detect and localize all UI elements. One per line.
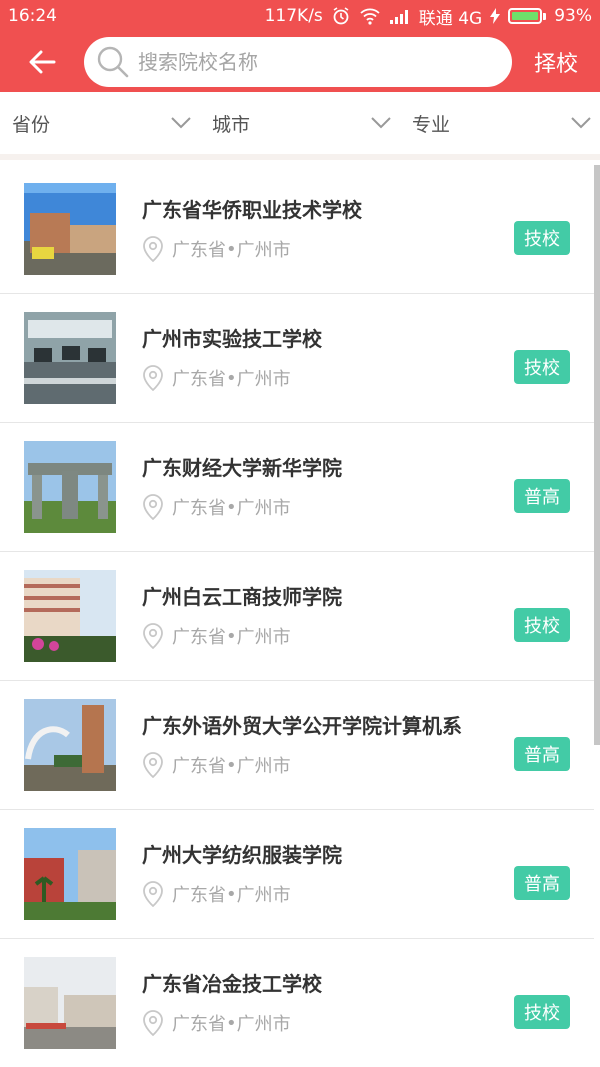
school-province: 广东省 (172, 1014, 226, 1035)
back-button[interactable] (0, 32, 84, 92)
school-city: 广州市 (236, 240, 291, 261)
search-input[interactable] (138, 50, 478, 74)
filter-province[interactable]: 省份 (0, 92, 200, 154)
location-separator: • (226, 754, 237, 776)
school-type-badge: 技校 (514, 221, 570, 255)
school-name: 广东省冶金技工学校 (142, 972, 322, 996)
school-province: 广东省 (172, 627, 226, 648)
charging-icon (490, 8, 501, 24)
school-city: 广州市 (236, 756, 291, 777)
filter-bar: 省份 城市 专业 (0, 92, 600, 160)
list-item[interactable]: 广东外语外贸大学公开学院计算机系 广东省 • 广州市 普高 (0, 681, 594, 810)
school-list: 广东省华侨职业技术学校 广东省 • 广州市 技校 广州市实验技工学校 广东省 •… (0, 165, 594, 1067)
location-pin-icon (143, 494, 163, 520)
select-school-button[interactable]: 择校 (512, 46, 600, 78)
school-name: 广东财经大学新华学院 (142, 456, 342, 480)
school-city: 广州市 (236, 1014, 291, 1035)
location-separator: • (226, 1012, 237, 1034)
school-province: 广东省 (172, 369, 226, 390)
alarm-icon (333, 7, 349, 25)
school-type-badge: 技校 (514, 350, 570, 384)
school-photo (24, 183, 116, 275)
scrollbar[interactable] (594, 165, 600, 745)
school-city: 广州市 (236, 885, 291, 906)
school-name: 广州市实验技工学校 (142, 327, 322, 351)
arrow-left-icon (29, 50, 56, 74)
list-item[interactable]: 广州市实验技工学校 广东省 • 广州市 技校 (0, 294, 594, 423)
location-pin-icon (143, 365, 163, 391)
chevron-down-icon (171, 117, 191, 129)
list-item[interactable]: 广东财经大学新华学院 广东省 • 广州市 普高 (0, 423, 594, 552)
location-pin-icon (143, 752, 163, 778)
location-separator: • (226, 367, 237, 389)
list-item[interactable]: 广东省华侨职业技术学校 广东省 • 广州市 技校 (0, 165, 594, 294)
school-type-badge: 普高 (514, 479, 570, 513)
battery-icon (508, 8, 547, 24)
list-item[interactable]: 广东省冶金技工学校 广东省 • 广州市 技校 (0, 939, 594, 1067)
school-city: 广州市 (236, 627, 291, 648)
location-pin-icon (143, 1010, 163, 1036)
search-box[interactable] (84, 37, 512, 87)
school-photo (24, 957, 116, 1049)
school-name: 广东省华侨职业技术学校 (142, 198, 362, 222)
filter-city[interactable]: 城市 (200, 92, 400, 154)
school-province: 广东省 (172, 756, 226, 777)
school-province: 广东省 (172, 240, 226, 261)
carrier-label: 联通 4G (418, 8, 483, 29)
school-province: 广东省 (172, 885, 226, 906)
status-right: 117K/s 联通 4G 93% (265, 4, 592, 29)
school-photo (24, 570, 116, 662)
network-speed: 117K/s (264, 6, 323, 26)
wifi-icon (360, 8, 380, 25)
chevron-down-icon (371, 117, 391, 129)
school-type-badge: 普高 (514, 866, 570, 900)
location-pin-icon (143, 881, 163, 907)
status-bar: 16:24 117K/s 联通 4G 93% (0, 0, 600, 32)
filter-label: 城市 (212, 113, 251, 136)
school-type-badge: 普高 (514, 737, 570, 771)
search-icon (97, 46, 129, 78)
filter-label: 专业 (412, 113, 451, 136)
location-separator: • (226, 625, 237, 647)
location-pin-icon (143, 236, 163, 262)
school-photo (24, 312, 116, 404)
battery-percent: 93% (554, 6, 592, 26)
location-separator: • (226, 238, 237, 260)
school-name: 广东外语外贸大学公开学院计算机系 (142, 714, 462, 738)
school-photo (24, 441, 116, 533)
school-photo (24, 828, 116, 920)
location-separator: • (226, 883, 237, 905)
school-city: 广州市 (236, 369, 291, 390)
school-province: 广东省 (172, 498, 226, 519)
filter-label: 省份 (12, 113, 51, 136)
school-type-badge: 技校 (514, 608, 570, 642)
location-pin-icon (143, 623, 163, 649)
school-name: 广州白云工商技师学院 (142, 585, 342, 609)
location-separator: • (226, 496, 237, 518)
school-type-badge: 技校 (514, 995, 570, 1029)
school-city: 广州市 (236, 498, 291, 519)
app-header: 择校 (0, 32, 600, 92)
school-photo (24, 699, 116, 791)
filter-major[interactable]: 专业 (400, 92, 600, 154)
list-item[interactable]: 广州大学纺织服装学院 广东省 • 广州市 普高 (0, 810, 594, 939)
signal-icon (389, 10, 408, 24)
chevron-down-icon (571, 117, 591, 129)
status-time: 16:24 (8, 6, 57, 26)
school-name: 广州大学纺织服装学院 (142, 843, 342, 867)
list-item[interactable]: 广州白云工商技师学院 广东省 • 广州市 技校 (0, 552, 594, 681)
